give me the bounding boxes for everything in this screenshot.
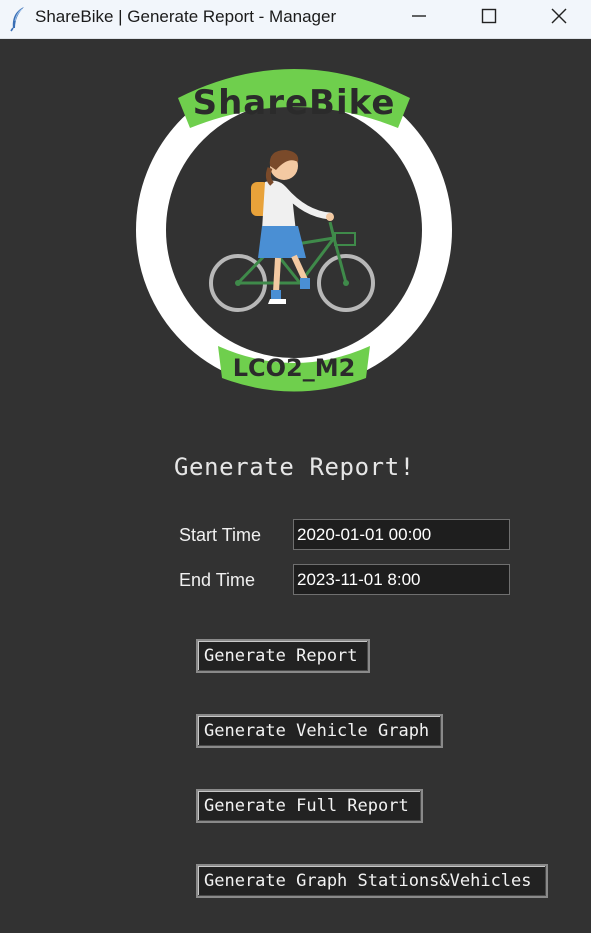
sharebike-logo: ShareBike LCO2_M2 xyxy=(136,69,452,392)
close-button[interactable] xyxy=(536,0,582,32)
generate-graph-stations-vehicles-button[interactable]: Generate Graph Stations&Vehicles xyxy=(196,864,548,898)
cyclist-illustration xyxy=(209,150,375,312)
generate-vehicle-graph-button[interactable]: Generate Vehicle Graph xyxy=(196,714,443,748)
generate-full-report-button[interactable]: Generate Full Report xyxy=(196,789,423,823)
maximize-button[interactable] xyxy=(466,0,512,32)
generate-vehicle-graph-button-label: Generate Vehicle Graph xyxy=(204,721,430,741)
logo-brand-text: ShareBike xyxy=(193,83,396,123)
generate-report-button[interactable]: Generate Report xyxy=(196,639,370,673)
generate-report-button-label: Generate Report xyxy=(204,646,358,666)
window-titlebar: ShareBike | Generate Report - Manager xyxy=(0,0,591,39)
generate-graph-stations-vehicles-button-label: Generate Graph Stations&Vehicles xyxy=(204,871,532,891)
start-time-label: Start Time xyxy=(179,525,262,545)
close-icon xyxy=(551,8,567,24)
minimize-button[interactable] xyxy=(396,0,442,32)
feather-icon xyxy=(10,7,24,32)
end-time-input[interactable] xyxy=(293,564,510,595)
start-time-input[interactable] xyxy=(293,519,510,550)
window-title: ShareBike | Generate Report - Manager xyxy=(35,7,337,26)
logo-badge-text: LCO2_M2 xyxy=(233,354,356,382)
generate-full-report-button-label: Generate Full Report xyxy=(204,796,409,816)
page-heading: Generate Report! xyxy=(174,453,415,481)
maximize-icon xyxy=(481,8,497,24)
end-time-label: End Time xyxy=(179,570,256,590)
minimize-icon xyxy=(412,15,426,17)
